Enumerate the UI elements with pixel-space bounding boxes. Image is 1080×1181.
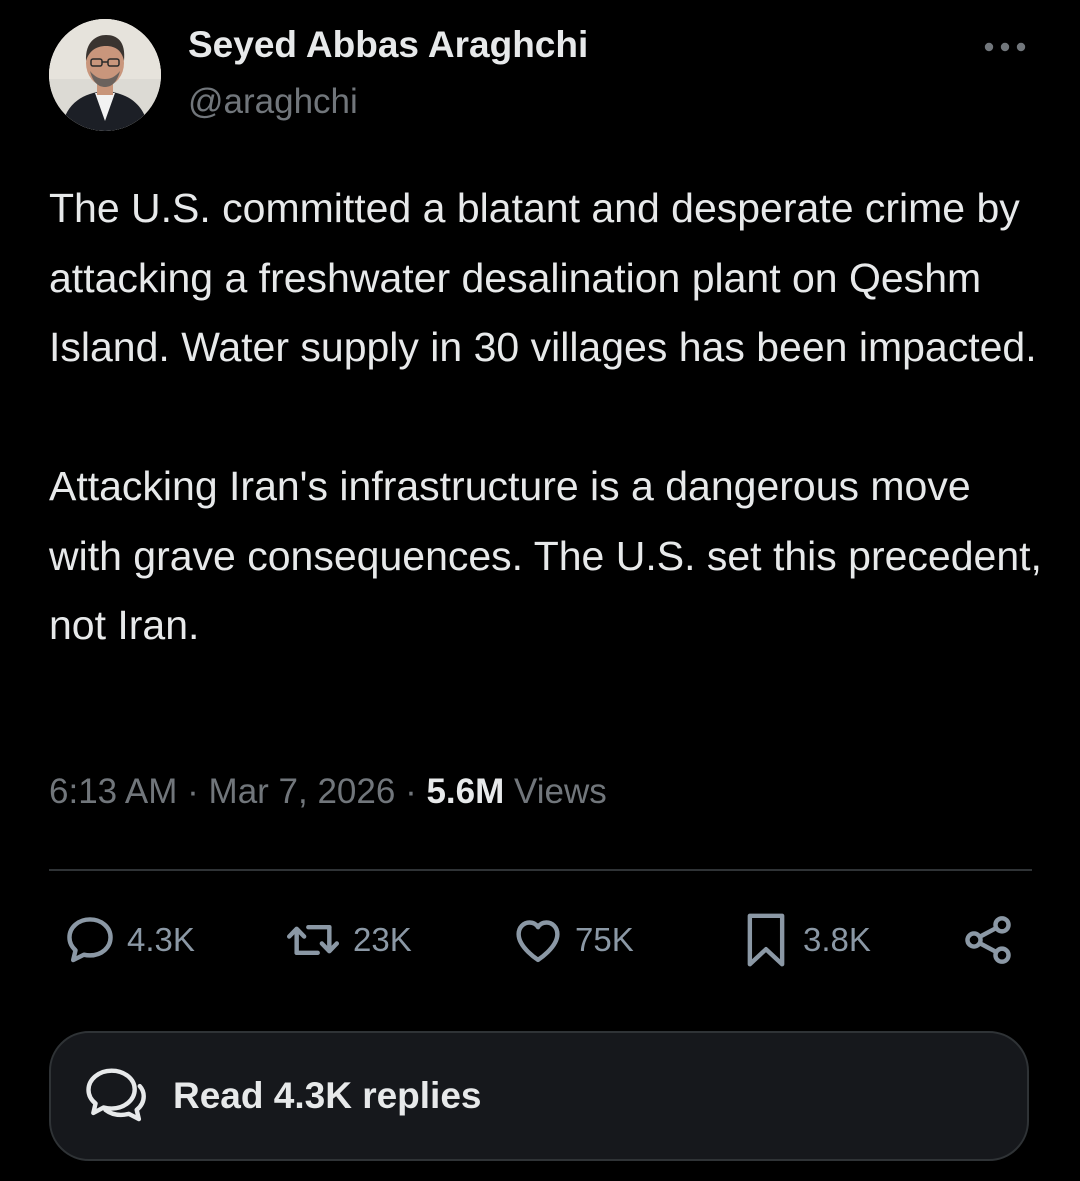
retweet-button[interactable]: 23K	[282, 910, 412, 970]
tweet-paragraph: Attacking Iran's infrastructure is a dan…	[49, 463, 1042, 648]
author-avatar[interactable]	[49, 19, 161, 131]
bookmark-icon	[747, 913, 785, 967]
bookmark-button[interactable]: 3.8K	[738, 910, 871, 970]
retweet-count: 23K	[353, 921, 412, 958]
meta-separator: ·	[187, 772, 199, 811]
read-replies-label: Read 4.3K replies	[173, 1075, 482, 1116]
tweet-paragraph: The U.S. committed a blatant and despera…	[49, 185, 1037, 370]
reply-button[interactable]: 4.3K	[62, 910, 195, 970]
retweet-icon	[286, 924, 340, 956]
replies-bubble-icon	[86, 1068, 146, 1122]
like-button[interactable]: 75K	[510, 910, 634, 970]
views-count[interactable]: 5.6M	[426, 772, 504, 811]
meta-separator: ·	[405, 772, 417, 811]
more-options-button[interactable]	[980, 30, 1030, 64]
tweet-time[interactable]: 6:13 AM	[49, 772, 177, 811]
reply-icon	[67, 917, 113, 963]
share-button[interactable]	[960, 910, 1016, 970]
like-count: 75K	[575, 921, 634, 958]
heart-icon	[516, 920, 560, 963]
author-handle[interactable]: @araghchi	[188, 82, 358, 122]
tweet-meta: 6:13 AM · Mar 7, 2026 · 5.6M Views	[49, 772, 607, 812]
share-icon	[965, 916, 1011, 964]
more-dots-icon	[984, 42, 1026, 52]
author-display-name[interactable]: Seyed Abbas Araghchi	[188, 24, 588, 66]
divider	[49, 869, 1032, 871]
read-replies-button[interactable]: Read 4.3K replies	[49, 1031, 1029, 1161]
tweet-date[interactable]: Mar 7, 2026	[209, 772, 396, 811]
reply-count: 4.3K	[127, 921, 195, 958]
views-label: Views	[514, 772, 607, 811]
tweet-text: The U.S. committed a blatant and despera…	[49, 174, 1049, 661]
bookmark-count: 3.8K	[803, 921, 871, 958]
